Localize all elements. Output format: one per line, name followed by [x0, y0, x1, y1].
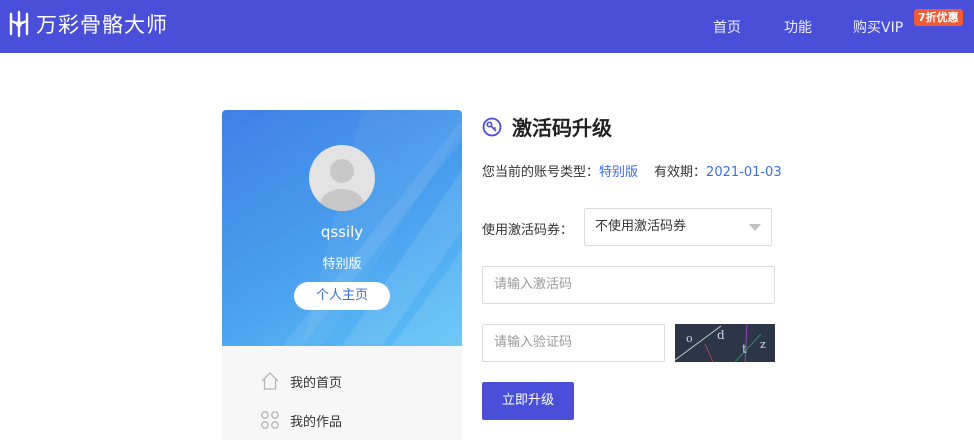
menu-item-home[interactable]: 我的首页: [260, 369, 342, 393]
expiry-label: 有效期：: [654, 165, 707, 180]
menu-item-label: 我的首页: [290, 375, 343, 391]
key-icon: [482, 117, 502, 136]
captcha-image[interactable]: o d t z: [675, 324, 775, 362]
avatar[interactable]: [309, 145, 375, 211]
grid-icon: [261, 411, 279, 429]
coupon-selected-value: 不使用激活码券: [595, 219, 687, 234]
account-info: 您当前的账号类型：特别版 有效期：2021-01-03: [482, 161, 782, 180]
account-type-label: 您当前的账号类型：: [482, 165, 600, 180]
section-title: 激活码升级: [482, 112, 612, 141]
captcha-input[interactable]: 请输入验证码: [482, 324, 665, 362]
top-nav-bar: 万彩骨骼大师 首页 功能 购买VIP 7折优惠: [0, 0, 974, 53]
home-icon: [261, 372, 279, 390]
svg-text:d: d: [717, 328, 725, 342]
coupon-label: 使用激活码券：: [482, 223, 574, 238]
coupon-select[interactable]: 不使用激活码券: [584, 208, 772, 246]
user-silhouette-icon: [320, 159, 364, 211]
nav-home[interactable]: 首页: [713, 0, 741, 53]
menu-item-label: 我的作品: [290, 414, 343, 430]
personal-homepage-button[interactable]: 个人主页: [294, 282, 390, 310]
upgrade-now-button[interactable]: 立即升级: [482, 382, 574, 420]
page-title: 激活码升级: [512, 116, 612, 140]
expiry-value: 2021-01-03: [706, 165, 782, 180]
nav-buy-vip[interactable]: 购买VIP: [853, 0, 903, 53]
svg-text:o: o: [686, 332, 693, 345]
chevron-down-icon: [749, 224, 761, 231]
account-type: 特别版: [322, 257, 362, 272]
logo-text: 万彩骨骼大师: [36, 13, 168, 37]
nav-features[interactable]: 功能: [784, 0, 812, 53]
activation-code-input[interactable]: 请输入激活码: [482, 266, 775, 304]
svg-text:z: z: [760, 338, 766, 351]
logo-icon: [9, 10, 29, 38]
account-type-value: 特别版: [599, 165, 639, 180]
side-menu: 我的首页 我的作品: [222, 346, 462, 440]
username: qssily: [320, 223, 364, 241]
menu-item-works[interactable]: 我的作品: [260, 408, 342, 432]
profile-card: qssily 特别版 个人主页: [222, 110, 462, 346]
logo[interactable]: 万彩骨骼大师: [6, 8, 168, 40]
captcha-drawing: o d t z: [675, 324, 766, 362]
promo-badge: 7折优惠: [914, 9, 963, 26]
svg-text:t: t: [742, 342, 747, 356]
